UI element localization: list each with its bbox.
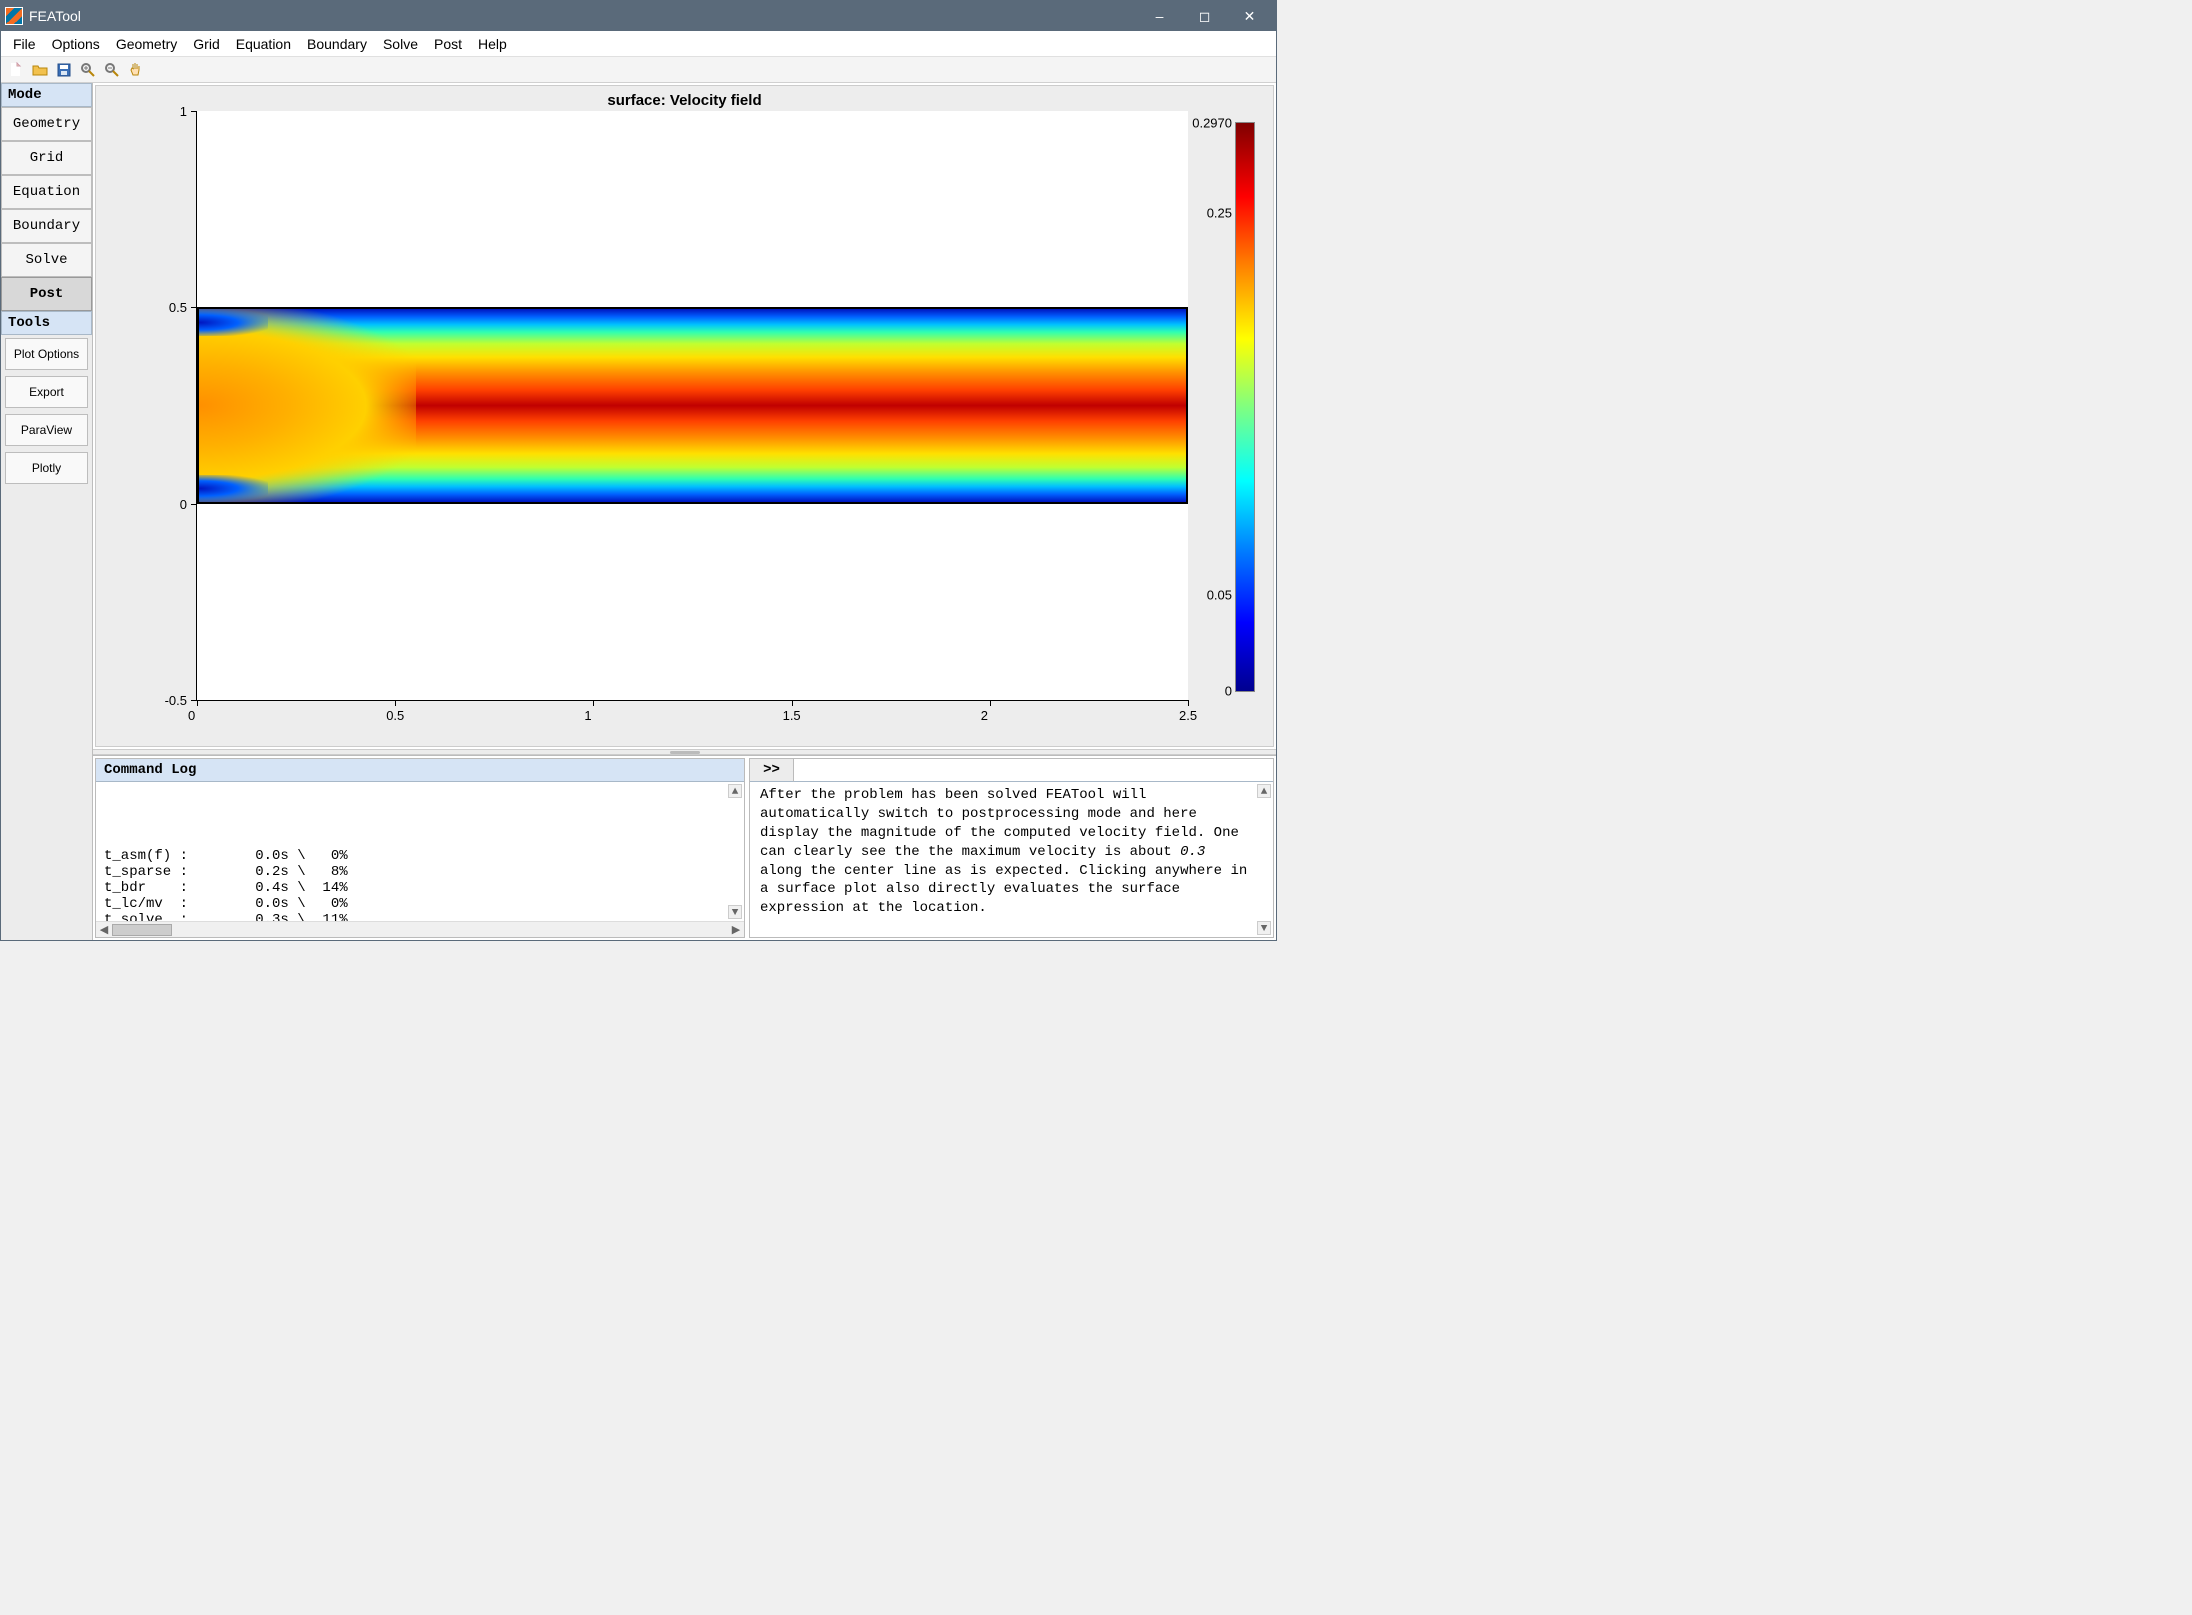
- scroll-thumb[interactable]: [112, 924, 172, 936]
- menu-grid[interactable]: Grid: [185, 34, 227, 54]
- x-tick: 2: [990, 700, 991, 706]
- maximize-button[interactable]: ◻: [1182, 1, 1227, 31]
- zoom-in-icon[interactable]: [77, 59, 99, 81]
- menu-boundary[interactable]: Boundary: [299, 34, 375, 54]
- mode-header: Mode: [1, 83, 92, 107]
- command-log-header: Command Log: [96, 759, 744, 782]
- plot-axes[interactable]: -0.500.5100.511.522.5: [196, 111, 1188, 701]
- console-pane: >> ▲ ▼ After the problem has been solved…: [749, 758, 1274, 938]
- surface-plot[interactable]: [197, 307, 1188, 503]
- minimize-button[interactable]: –: [1137, 1, 1182, 31]
- x-tick-label: 2: [981, 708, 988, 723]
- scroll-down-icon[interactable]: ▼: [728, 905, 742, 919]
- app-window: FEATool – ◻ ✕ File Options Geometry Grid…: [0, 0, 1277, 941]
- console-prompt[interactable]: >>: [750, 759, 794, 782]
- tool-paraview[interactable]: ParaView: [5, 414, 88, 446]
- scroll-right-icon[interactable]: ▶: [728, 923, 744, 936]
- mode-post[interactable]: Post: [1, 277, 92, 311]
- menu-geometry[interactable]: Geometry: [108, 34, 185, 54]
- log-line: t_asm(f) : 0.0s \ 0%: [104, 848, 736, 864]
- x-tick: 0: [197, 700, 198, 706]
- y-tick-label: 0: [180, 497, 187, 512]
- window-title: FEATool: [29, 8, 1137, 24]
- console-text-italic: 0.3: [1180, 844, 1205, 860]
- close-button[interactable]: ✕: [1227, 1, 1272, 31]
- tools-header: Tools: [1, 311, 92, 335]
- plot-area[interactable]: surface: Velocity field -0.500.5100.511.…: [95, 85, 1274, 747]
- x-tick-label: 1.5: [783, 708, 801, 723]
- menu-post[interactable]: Post: [426, 34, 470, 54]
- menu-help[interactable]: Help: [470, 34, 515, 54]
- x-tick: 1.5: [792, 700, 793, 706]
- mode-geometry[interactable]: Geometry: [1, 107, 92, 141]
- y-tick: 0: [191, 504, 197, 505]
- y-tick-label: -0.5: [165, 693, 187, 708]
- y-tick-label: 1: [180, 104, 187, 119]
- colorbar-tick: 0: [1186, 684, 1232, 699]
- menu-file[interactable]: File: [5, 34, 44, 54]
- menu-equation[interactable]: Equation: [228, 34, 299, 54]
- surface-inlet-corners: [199, 309, 298, 501]
- mode-solve[interactable]: Solve: [1, 243, 92, 277]
- bottom-panes: Command Log ▲ ▼ t_asm(f) : 0.0s \ 0%t_sp…: [93, 755, 1276, 940]
- console-body[interactable]: ▲ ▼ After the problem has been solved FE…: [750, 782, 1273, 937]
- pan-icon[interactable]: [125, 59, 147, 81]
- x-tick-label: 0: [188, 708, 195, 723]
- command-log-hscroll[interactable]: ◀ ▶: [96, 921, 744, 937]
- mode-equation[interactable]: Equation: [1, 175, 92, 209]
- y-tick: 0.5: [191, 307, 197, 308]
- splitter-grip[interactable]: [670, 751, 700, 754]
- log-line: t_bdr : 0.4s \ 14%: [104, 880, 736, 896]
- menu-options[interactable]: Options: [44, 34, 108, 54]
- save-icon[interactable]: [53, 59, 75, 81]
- command-log-body[interactable]: ▲ ▼ t_asm(f) : 0.0s \ 0%t_sparse : 0.2s …: [96, 782, 744, 921]
- log-line: t_lc/mv : 0.0s \ 0%: [104, 896, 736, 912]
- menu-solve[interactable]: Solve: [375, 34, 426, 54]
- tool-plotly[interactable]: Plotly: [5, 452, 88, 484]
- mode-grid[interactable]: Grid: [1, 141, 92, 175]
- sidebar: Mode Geometry Grid Equation Boundary Sol…: [1, 83, 93, 940]
- x-tick-label: 1: [584, 708, 591, 723]
- titlebar: FEATool – ◻ ✕: [1, 1, 1276, 31]
- colorbar-tick: 0.25: [1186, 205, 1232, 220]
- menubar: File Options Geometry Grid Equation Boun…: [1, 31, 1276, 57]
- log-line: t_sparse : 0.2s \ 8%: [104, 864, 736, 880]
- scroll-down-icon[interactable]: ▼: [1257, 921, 1271, 935]
- console-input[interactable]: [794, 759, 1273, 782]
- mode-boundary[interactable]: Boundary: [1, 209, 92, 243]
- tool-export[interactable]: Export: [5, 376, 88, 408]
- x-tick: 0.5: [395, 700, 396, 706]
- toolbar: [1, 57, 1276, 83]
- y-tick: 1: [191, 111, 197, 112]
- plot-title: surface: Velocity field: [96, 92, 1273, 109]
- colorbar-tick: 0.05: [1186, 588, 1232, 603]
- log-line: t_solve : 0.3s \ 11%: [104, 912, 736, 921]
- zoom-out-icon[interactable]: [101, 59, 123, 81]
- main-area: Mode Geometry Grid Equation Boundary Sol…: [1, 83, 1276, 940]
- console-text: After the problem has been solved FEAToo…: [760, 787, 1239, 860]
- new-icon[interactable]: [5, 59, 27, 81]
- scroll-left-icon[interactable]: ◀: [96, 923, 112, 936]
- scroll-up-icon[interactable]: ▲: [1257, 784, 1271, 798]
- y-tick-label: 0.5: [169, 300, 187, 315]
- colorbar[interactable]: 0.29700.250.050: [1235, 122, 1255, 692]
- colorbar-tick: 0.2970: [1186, 116, 1232, 131]
- x-tick: 2.5: [1188, 700, 1189, 706]
- app-icon: [5, 7, 23, 25]
- tool-plot-options[interactable]: Plot Options: [5, 338, 88, 370]
- x-tick: 1: [593, 700, 594, 706]
- console-text-2: along the center line as is expected. Cl…: [760, 863, 1247, 917]
- scroll-up-icon[interactable]: ▲: [728, 784, 742, 798]
- x-tick-label: 0.5: [386, 708, 404, 723]
- open-icon[interactable]: [29, 59, 51, 81]
- command-log-pane: Command Log ▲ ▼ t_asm(f) : 0.0s \ 0%t_sp…: [95, 758, 745, 938]
- x-tick-label: 2.5: [1179, 708, 1197, 723]
